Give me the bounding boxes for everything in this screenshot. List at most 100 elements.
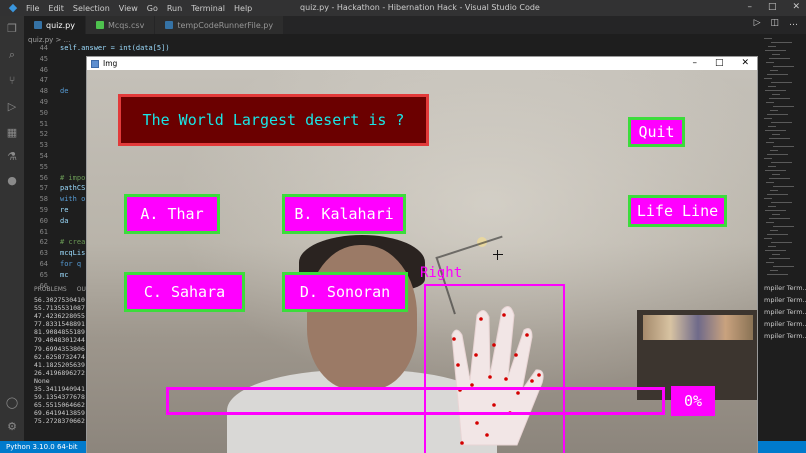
terminal-output[interactable]: 56.3027530410 55.7135531087 47.4236228055 7… bbox=[24, 296, 86, 441]
terminal-line: 79.6994353806 bbox=[34, 344, 85, 353]
close-icon[interactable]: ✕ bbox=[792, 2, 800, 12]
menu-item-view[interactable]: View bbox=[119, 4, 138, 13]
minimize-icon[interactable]: – bbox=[747, 2, 752, 12]
terminal-list-item[interactable]: mpiler Term... bbox=[758, 306, 806, 318]
minimap-line bbox=[770, 150, 778, 151]
editor-tab-bar: quiz.py Mcqs.csv tempCodeRunnerFile.py ▷ ◫… bbox=[24, 16, 806, 34]
code-line: # crea bbox=[60, 238, 86, 247]
tab-0[interactable]: quiz.py bbox=[24, 16, 86, 34]
run-debug-icon[interactable]: ▷ bbox=[5, 100, 19, 114]
terminal-list-item[interactable]: mpiler Term... bbox=[758, 294, 806, 306]
option-d-label: D. Sonoran bbox=[299, 283, 391, 301]
terminal-line: 47.4236228055 bbox=[34, 312, 85, 321]
cv-window-title: Img bbox=[103, 59, 118, 68]
menu-item-edit[interactable]: Edit bbox=[48, 4, 64, 13]
terminal-list-item[interactable]: mpiler Term... bbox=[758, 318, 806, 330]
line-number: 54 bbox=[39, 152, 48, 160]
menu-item-go[interactable]: Go bbox=[147, 4, 158, 13]
code-line: da bbox=[60, 216, 69, 225]
line-number: 48 bbox=[39, 87, 48, 96]
cv-minimize-icon[interactable]: – bbox=[692, 57, 697, 70]
line-number: 57 bbox=[39, 184, 48, 193]
line-number: 50 bbox=[39, 108, 48, 117]
minimap-line bbox=[773, 146, 794, 147]
source-control-icon[interactable]: ⑂ bbox=[5, 74, 19, 88]
minimap-line bbox=[765, 130, 786, 131]
extensions-icon[interactable]: ▦ bbox=[5, 126, 19, 140]
file-type-icon bbox=[165, 21, 174, 29]
minimap-line bbox=[768, 86, 776, 87]
tab-label: Mcqs.csv bbox=[107, 20, 145, 30]
breadcrumb[interactable]: quiz.py > ... bbox=[28, 36, 70, 44]
cv-maximize-icon[interactable]: □ bbox=[715, 57, 724, 70]
menu-item-terminal[interactable]: Terminal bbox=[191, 4, 225, 13]
testing-icon[interactable]: ⚗ bbox=[5, 150, 19, 164]
tab-1[interactable]: Mcqs.csv bbox=[85, 16, 156, 34]
terminal-line: 59.1354377678 bbox=[34, 393, 85, 402]
terminal-line: 26.4196896272 bbox=[34, 368, 85, 377]
option-d-button[interactable]: D. Sonoran bbox=[282, 272, 408, 312]
option-a-label: A. Thar bbox=[140, 205, 204, 223]
maximize-icon[interactable]: □ bbox=[768, 2, 777, 12]
minimap-line bbox=[772, 134, 780, 135]
line-number: 53 bbox=[39, 141, 48, 150]
minimap-line bbox=[765, 250, 786, 251]
run-icon[interactable]: ▷ bbox=[754, 18, 761, 28]
menu-item-file[interactable]: File bbox=[26, 4, 39, 13]
minimap-line bbox=[764, 118, 772, 119]
minimap-line bbox=[771, 242, 792, 243]
terminal-list-item[interactable]: mpiler Term... bbox=[758, 282, 806, 294]
minimap-line bbox=[773, 66, 794, 67]
menu-bar: File Edit Selection View Go Run Terminal Help bbox=[26, 4, 252, 13]
lifeline-label: Life Line bbox=[636, 202, 719, 220]
search-icon[interactable]: ⌕ bbox=[5, 48, 19, 62]
line-number: 51 bbox=[39, 119, 48, 128]
code-line: self.answer = int(data[5]) bbox=[60, 44, 170, 52]
minimap[interactable] bbox=[762, 34, 806, 282]
settings-gear-icon[interactable]: ⚙ bbox=[5, 420, 19, 434]
menu-item-run[interactable]: Run bbox=[167, 4, 182, 13]
github-icon[interactable]: ● bbox=[5, 174, 19, 188]
terminal-line: 65.5515064662 bbox=[34, 401, 85, 410]
more-actions-icon[interactable]: … bbox=[789, 18, 798, 28]
minimap-line bbox=[767, 74, 788, 75]
code-line: # impo bbox=[60, 173, 86, 182]
option-c-button[interactable]: C. Sahara bbox=[124, 272, 245, 312]
minimap-line bbox=[769, 138, 790, 139]
panel-tab-ou[interactable]: OU bbox=[77, 286, 86, 293]
terminal-list: mpiler Term... mpiler Term... mpiler Term.… bbox=[758, 282, 806, 441]
menu-item-selection[interactable]: Selection bbox=[73, 4, 110, 13]
progress-bar bbox=[166, 387, 665, 415]
terminal-list-item[interactable]: mpiler Term... bbox=[758, 330, 806, 342]
option-a-button[interactable]: A. Thar bbox=[124, 194, 220, 234]
app-icon bbox=[91, 59, 99, 68]
shelf-items bbox=[643, 315, 753, 340]
panel-tab-problems[interactable]: PROBLEMS bbox=[34, 286, 67, 293]
quit-button[interactable]: Quit bbox=[628, 117, 685, 147]
lifeline-button[interactable]: Life Line bbox=[628, 195, 727, 227]
terminal-line: 62.6258732474 bbox=[34, 352, 85, 361]
explorer-icon[interactable]: ❐ bbox=[5, 22, 19, 36]
account-icon[interactable]: ◯ bbox=[5, 396, 19, 410]
hand-label: Right bbox=[420, 265, 463, 281]
line-number: 45 bbox=[39, 54, 48, 63]
minimap-line bbox=[764, 38, 772, 39]
option-b-button[interactable]: B. Kalahari bbox=[282, 194, 406, 234]
minimap-line bbox=[771, 202, 792, 203]
menu-item-help[interactable]: Help bbox=[234, 4, 252, 13]
minimap-line bbox=[765, 210, 786, 211]
palm-shape bbox=[451, 305, 544, 446]
minimap-line bbox=[770, 230, 778, 231]
minimap-line bbox=[765, 90, 786, 91]
code-editor[interactable]: 44 self.answer = int(data[5]) 45 46 47 48 de 49… bbox=[24, 44, 170, 290]
webcam-feed: Right The World Largest desert is ? Quit… bbox=[87, 70, 757, 453]
cv-close-icon[interactable]: ✕ bbox=[741, 57, 749, 70]
minimap-line bbox=[766, 142, 774, 143]
minimap-line bbox=[766, 182, 774, 183]
minimap-line bbox=[770, 110, 778, 111]
python-interpreter[interactable]: Python 3.10.0 64-bit bbox=[6, 443, 78, 451]
minimap-line bbox=[767, 114, 788, 115]
minimap-line bbox=[768, 126, 776, 127]
split-editor-icon[interactable]: ◫ bbox=[770, 18, 779, 28]
tab-2[interactable]: tempCodeRunnerFile.py bbox=[155, 16, 285, 34]
